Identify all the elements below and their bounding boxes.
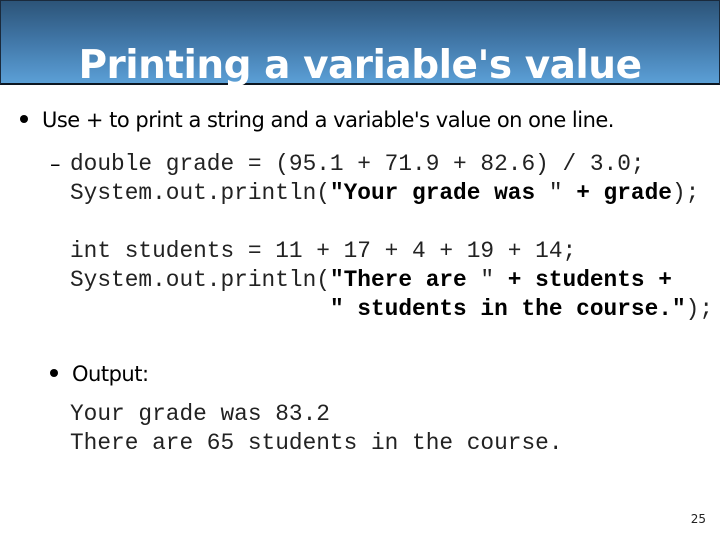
code-line: System.out.println("There are " + studen… [70, 267, 672, 293]
bullet-dot-icon [20, 115, 28, 123]
code-segment: " [480, 267, 495, 293]
code-line: System.out.println("Your grade was " + g… [70, 180, 699, 206]
code-line: double grade = (95.1 + 71.9 + 82.6) / 3.… [70, 151, 645, 177]
code-segment-bold: + grade [562, 180, 672, 206]
code-line: " students in the course."); [70, 296, 713, 322]
code-segment-bold: " students in the course." [329, 296, 686, 322]
code-segment: " [548, 180, 563, 206]
code-block: double grade = (95.1 + 71.9 + 82.6) / 3.… [70, 150, 713, 324]
output-line: Your grade was 83.2 [70, 401, 330, 427]
code-segment-bold: "Your grade was [329, 180, 549, 206]
code-segment: ); [685, 296, 714, 322]
bullet-dot-icon [50, 369, 58, 377]
sub-bullet-dash-icon: – [50, 152, 61, 176]
code-segment: ); [671, 180, 700, 206]
bullet-text: Use + to print a string and a variable's… [42, 108, 614, 132]
code-line: int students = 11 + 17 + 4 + 19 + 14; [70, 238, 577, 264]
bullet-text: Output: [72, 362, 149, 386]
code-segment-bold: "There are [329, 267, 481, 293]
page-number: 25 [690, 512, 706, 526]
slide-title: Printing a variable's value [78, 43, 642, 88]
bullet-output: Output: [50, 362, 149, 386]
code-segment-bold: + students + [494, 267, 672, 293]
bullet-use-plus: Use + to print a string and a variable's… [20, 108, 614, 132]
output-block: Your grade was 83.2 There are 65 student… [70, 400, 563, 458]
code-segment: System.out.println( [70, 267, 330, 293]
output-line: There are 65 students in the course. [70, 430, 563, 456]
code-segment: System.out.println( [70, 180, 330, 206]
